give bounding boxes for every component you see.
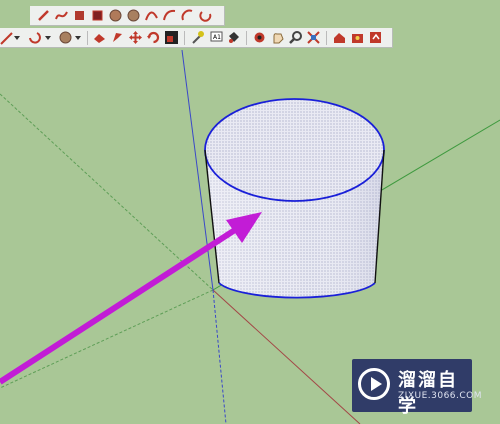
toolbar-separator (326, 31, 327, 45)
follow-me-icon[interactable] (110, 30, 125, 45)
svg-text:A1: A1 (213, 34, 221, 41)
edit-toolbar: A1 (0, 28, 393, 48)
axis-green-line (0, 289, 214, 389)
scale-icon[interactable] (164, 30, 179, 45)
rectangle-icon[interactable] (72, 8, 87, 23)
toolbar-area: A1 (0, 0, 500, 50)
toolbar-separator (184, 31, 185, 45)
warehouse-icon[interactable] (332, 30, 347, 45)
tape-measure-icon[interactable] (190, 30, 205, 45)
text-icon[interactable]: A1 (208, 30, 223, 45)
toolbar-separator (87, 31, 88, 45)
dropdown-icon[interactable] (74, 30, 82, 45)
pie-icon[interactable] (180, 8, 195, 23)
circle-tool-icon[interactable] (58, 30, 73, 45)
paint-bucket-icon[interactable] (226, 30, 241, 45)
freehand-icon[interactable] (54, 8, 69, 23)
circle-icon[interactable] (108, 8, 123, 23)
zoom-extents-icon[interactable] (306, 30, 321, 45)
pencil-icon[interactable] (36, 8, 51, 23)
arc-icon[interactable] (144, 8, 159, 23)
watermark-logo: 溜溜自学 ZIXUE.3066.COM (352, 359, 482, 417)
cylinder[interactable] (204, 98, 385, 299)
drawing-toolbar (30, 6, 225, 26)
extension-icon[interactable] (350, 30, 365, 45)
toolbar-separator (246, 31, 247, 45)
cylinder-top-face (204, 98, 385, 202)
play-logo-icon (358, 368, 390, 400)
share-model-icon[interactable] (368, 30, 383, 45)
orbit-icon[interactable] (252, 30, 267, 45)
polygon-icon[interactable] (126, 8, 141, 23)
axis-blue-line (212, 289, 227, 424)
move-icon[interactable] (128, 30, 143, 45)
two-point-arc-icon[interactable] (162, 8, 177, 23)
dropdown-icon[interactable] (13, 30, 21, 45)
dropdown-icon[interactable] (44, 30, 52, 45)
annotation-arrow (0, 212, 262, 385)
three-point-arc-icon[interactable] (198, 8, 213, 23)
axis-red-line (212, 289, 361, 424)
axis-green-line (0, 93, 214, 291)
pan-icon[interactable] (270, 30, 285, 45)
rotated-rectangle-icon[interactable] (90, 8, 105, 23)
zoom-icon[interactable] (288, 30, 303, 45)
rotate-icon[interactable] (146, 30, 161, 45)
watermark-url: ZIXUE.3066.COM (398, 391, 483, 401)
arc-tool-icon[interactable] (28, 30, 43, 45)
push-pull-icon[interactable] (92, 30, 107, 45)
